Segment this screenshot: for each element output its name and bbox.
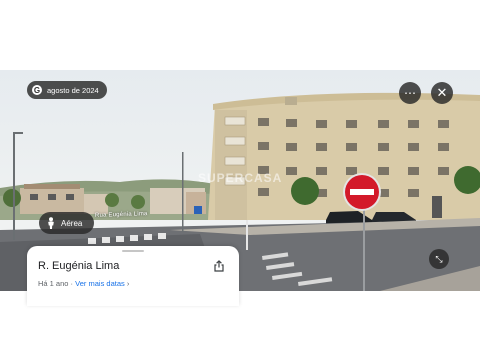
watermark: SUPERCASA bbox=[198, 171, 283, 185]
capture-date-label: agosto de 2024 bbox=[47, 85, 99, 95]
capture-date-pill[interactable]: G agosto de 2024 bbox=[27, 81, 107, 99]
close-button[interactable]: ✕ bbox=[431, 82, 453, 104]
more-dates-link[interactable]: Ver mais datas bbox=[75, 279, 125, 288]
drag-handle[interactable] bbox=[122, 250, 144, 252]
place-card[interactable]: R. Eugénia Lima Há 1 ano · Ver mais data… bbox=[27, 246, 239, 306]
share-button[interactable] bbox=[210, 257, 228, 275]
chevron-right-icon: › bbox=[126, 279, 130, 288]
expand-icon: ⤡ bbox=[435, 253, 443, 264]
share-icon bbox=[214, 260, 224, 272]
separator: · bbox=[70, 279, 74, 288]
expand-button[interactable]: ⤡ bbox=[429, 249, 449, 269]
close-icon: ✕ bbox=[436, 85, 448, 100]
aerial-view-button[interactable]: Aérea bbox=[39, 212, 95, 234]
google-icon: G bbox=[32, 85, 42, 95]
capture-age: Há 1 ano bbox=[38, 279, 69, 288]
place-subtitle: Há 1 ano · Ver mais datas › bbox=[38, 279, 129, 288]
person-icon bbox=[48, 217, 54, 229]
more-options-button[interactable]: ⋯ bbox=[399, 82, 421, 104]
more-icon: ⋯ bbox=[404, 86, 416, 100]
place-title: R. Eugénia Lima bbox=[38, 260, 120, 272]
aerial-label: Aérea bbox=[61, 218, 83, 228]
